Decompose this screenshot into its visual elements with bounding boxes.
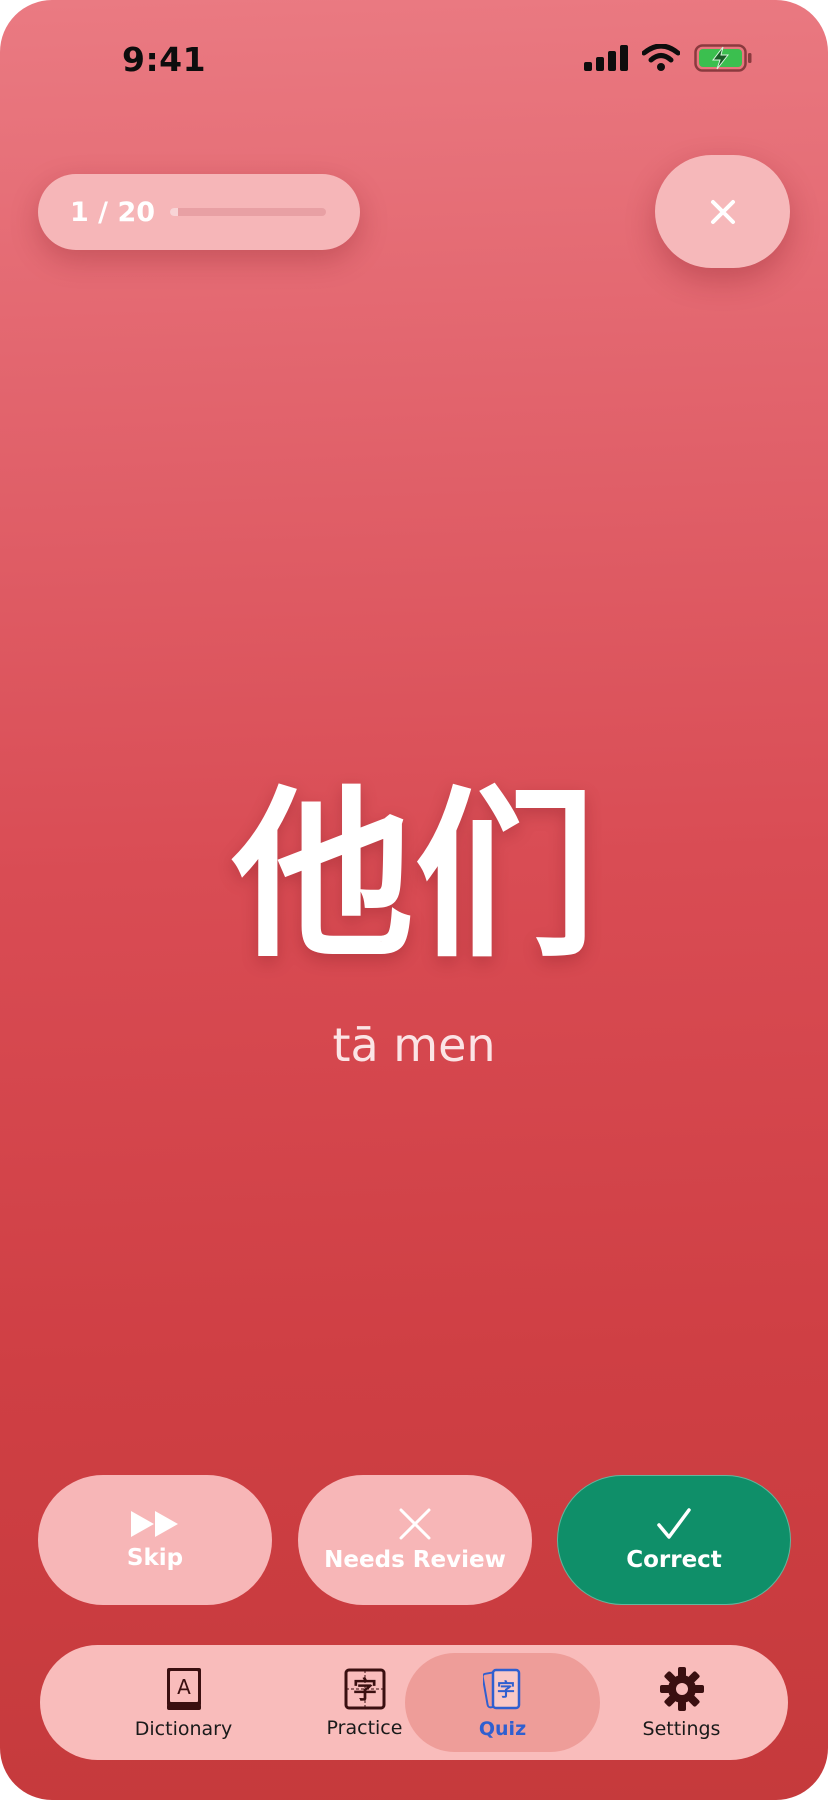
tab-quiz-label: Quiz [478, 1717, 527, 1740]
fast-forward-icon [131, 1511, 178, 1537]
progress-count: 1 / 20 [70, 196, 156, 228]
skip-label: Skip [126, 1545, 184, 1571]
status-icons [584, 44, 752, 72]
svg-text:字: 字 [497, 1679, 515, 1701]
tab-settings-label: Settings [642, 1717, 721, 1740]
progress-bar [170, 208, 326, 216]
battery-charging-icon [694, 44, 752, 72]
needs-review-label: Needs Review [324, 1547, 506, 1573]
hanzi-word: 他们 [232, 770, 596, 982]
cellular-signal-icon [584, 45, 628, 71]
tab-dictionary-label: Dictionary [134, 1717, 233, 1740]
correct-button[interactable]: Correct [557, 1475, 791, 1605]
tab-dictionary[interactable]: A Dictionary [90, 1645, 277, 1760]
checkmark-icon [657, 1508, 691, 1539]
practice-character-icon: 字 [344, 1668, 385, 1709]
dictionary-book-icon: A [166, 1667, 201, 1710]
gear-icon [659, 1666, 704, 1711]
close-icon [710, 199, 735, 224]
svg-text:字: 字 [353, 1676, 377, 1704]
progress-indicator: 1 / 20 [38, 174, 360, 250]
correct-label: Correct [626, 1547, 722, 1573]
tab-settings[interactable]: Settings [588, 1645, 775, 1760]
x-mark-icon [399, 1508, 431, 1540]
tab-quiz[interactable]: 字 Quiz [409, 1645, 596, 1760]
tab-practice-label: Practice [326, 1716, 403, 1739]
tab-bar: A Dictionary 字 Practice 字 Quiz Settings [40, 1645, 788, 1760]
quiz-screen: 9:41 1 / 20 他们 tā men Skip Needs Review … [0, 0, 828, 1800]
quiz-cards-icon: 字 [482, 1668, 520, 1709]
pinyin-reading: tā men [332, 1018, 496, 1072]
skip-button[interactable]: Skip [38, 1475, 272, 1605]
close-quiz-button[interactable] [655, 155, 790, 268]
status-time: 9:41 [122, 40, 207, 79]
needs-review-button[interactable]: Needs Review [298, 1475, 532, 1605]
wifi-icon [642, 44, 680, 71]
progress-bar-fill [170, 208, 178, 216]
svg-text:A: A [177, 1675, 191, 1699]
